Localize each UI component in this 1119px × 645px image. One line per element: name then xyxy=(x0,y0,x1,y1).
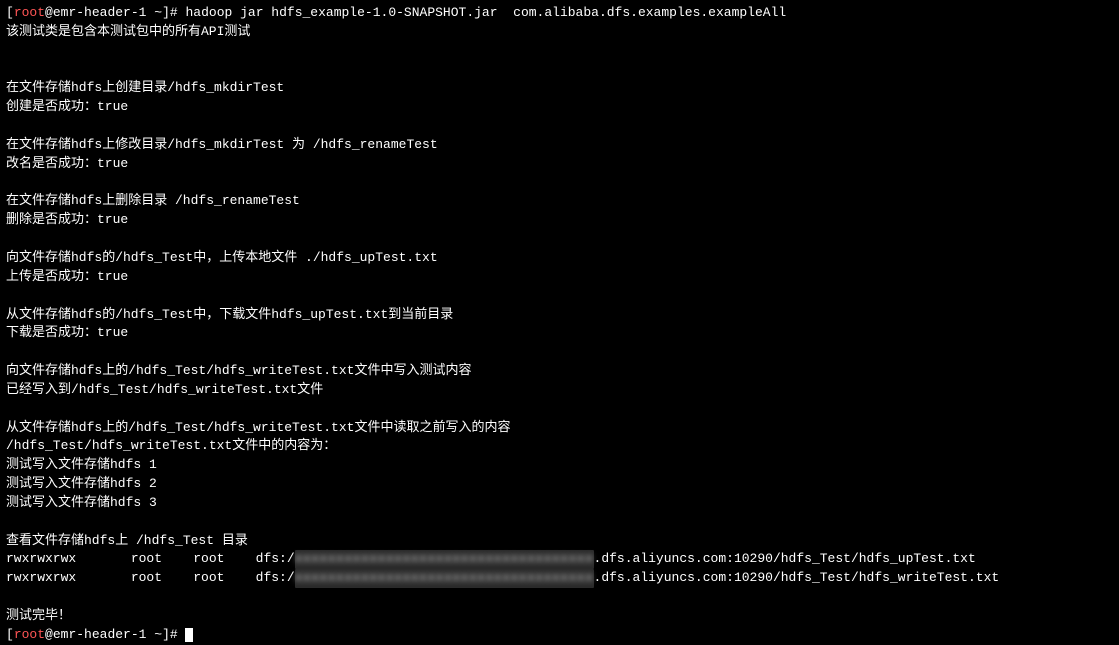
prompt-path: ~ xyxy=(154,627,162,642)
output-line: 已经写入到/hdfs_Test/hdfs_writeTest.txt文件 xyxy=(6,381,1113,400)
output-line: 测试写入文件存储hdfs 3 xyxy=(6,494,1113,513)
prompt-user: root xyxy=(14,627,45,642)
blank-line xyxy=(6,230,1113,249)
output-line: 下载是否成功：true xyxy=(6,324,1113,343)
prompt-line-1: [root@emr-header-1 ~]# hadoop jar hdfs_e… xyxy=(6,4,1113,23)
prompt-host: emr-header-1 xyxy=(53,5,154,20)
output-line: 该测试类是包含本测试包中的所有API测试 xyxy=(6,23,1113,42)
prompt-user: root xyxy=(14,5,45,20)
output-line: 从文件存储hdfs的/hdfs_Test中，下载文件hdfs_upTest.tx… xyxy=(6,306,1113,325)
output-line: 在文件存储hdfs上修改目录/hdfs_mkdirTest 为 /hdfs_re… xyxy=(6,136,1113,155)
bracket-close: ]# xyxy=(162,627,185,642)
ls-row-perms: rwxrwxrwx root root dfs:/ xyxy=(6,551,295,566)
output-line: /hdfs_Test/hdfs_writeTest.txt文件中的内容为： xyxy=(6,437,1113,456)
blank-line xyxy=(6,287,1113,306)
output-line: 创建是否成功：true xyxy=(6,98,1113,117)
output-line: 改名是否成功：true xyxy=(6,155,1113,174)
output-line: 测试写入文件存储hdfs 1 xyxy=(6,456,1113,475)
bracket-close: ]# xyxy=(162,5,185,20)
output-line: 向文件存储hdfs的/hdfs_Test中，上传本地文件 ./hdfs_upTe… xyxy=(6,249,1113,268)
output-line: 上传是否成功：true xyxy=(6,268,1113,287)
output-line: 在文件存储hdfs上删除目录 /hdfs_renameTest xyxy=(6,192,1113,211)
blank-line xyxy=(6,400,1113,419)
output-line: 查看文件存储hdfs上 /hdfs_Test 目录 xyxy=(6,532,1113,551)
blank-line xyxy=(6,174,1113,193)
ls-row: rwxrwxrwx root root dfs:/xxxxxxxxxxxxxxx… xyxy=(6,569,1113,588)
blank-line xyxy=(6,588,1113,607)
output-line: 测试完毕！ xyxy=(6,607,1113,626)
bracket-open: [ xyxy=(6,627,14,642)
redacted-host: xxxxxxxxxxxxxxxxxxxxxxxxxxxxxxxxxxxx xyxy=(295,550,594,569)
blank-line xyxy=(6,513,1113,532)
prompt-path: ~ xyxy=(154,5,162,20)
redacted-host: xxxxxxxxxxxxxxxxxxxxxxxxxxxxxxxxxxxx xyxy=(295,569,594,588)
bracket-open: [ xyxy=(6,5,14,20)
prompt-at: @ xyxy=(45,627,53,642)
cursor[interactable] xyxy=(185,628,193,642)
blank-line xyxy=(6,42,1113,61)
output-line: 在文件存储hdfs上创建目录/hdfs_mkdirTest xyxy=(6,79,1113,98)
prompt-at: @ xyxy=(45,5,53,20)
output-line: 从文件存储hdfs上的/hdfs_Test/hdfs_writeTest.txt… xyxy=(6,419,1113,438)
blank-line xyxy=(6,117,1113,136)
output-line: 删除是否成功：true xyxy=(6,211,1113,230)
ls-row: rwxrwxrwx root root dfs:/xxxxxxxxxxxxxxx… xyxy=(6,550,1113,569)
blank-line xyxy=(6,61,1113,80)
command-text: hadoop jar hdfs_example-1.0-SNAPSHOT.jar… xyxy=(185,5,786,20)
prompt-host: emr-header-1 xyxy=(53,627,154,642)
output-line: 向文件存储hdfs上的/hdfs_Test/hdfs_writeTest.txt… xyxy=(6,362,1113,381)
prompt-line-2[interactable]: [root@emr-header-1 ~]# xyxy=(6,626,1113,645)
ls-row-path: .dfs.aliyuncs.com:10290/hdfs_Test/hdfs_u… xyxy=(594,551,976,566)
blank-line xyxy=(6,343,1113,362)
ls-row-perms: rwxrwxrwx root root dfs:/ xyxy=(6,570,295,585)
output-line: 测试写入文件存储hdfs 2 xyxy=(6,475,1113,494)
ls-row-path: .dfs.aliyuncs.com:10290/hdfs_Test/hdfs_w… xyxy=(594,570,1000,585)
